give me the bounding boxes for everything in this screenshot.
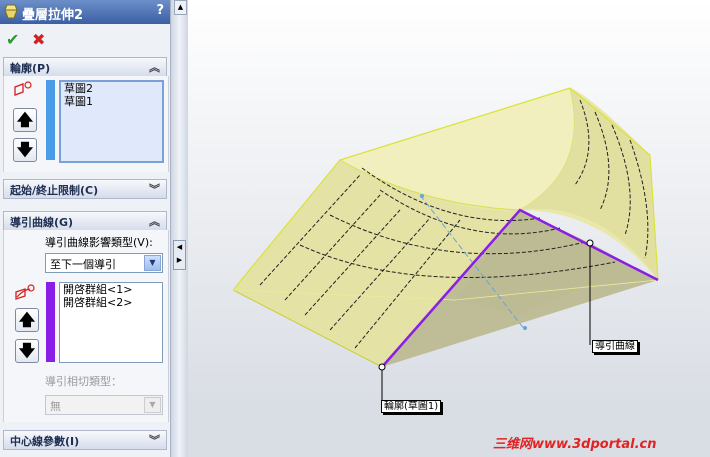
move-up-button[interactable]: 🡅 (15, 308, 39, 332)
collapse-icon[interactable]: ︽ (149, 59, 160, 75)
influence-type-label: 導引曲線影響類型(V): (45, 236, 153, 249)
profile-sketch-icon (14, 81, 32, 96)
arrow-up-icon: 🡅 (16, 110, 34, 129)
guide-section-label: 導引曲線(G) (10, 216, 74, 229)
tangency-type-value: 無 (50, 400, 61, 413)
move-down-button[interactable]: 🡇 (13, 138, 37, 162)
panel-splitter[interactable]: ▲ ◀ ▶ (171, 0, 188, 457)
loft-feature-icon (4, 4, 18, 19)
collapse-panel-grip[interactable]: ◀ ▶ (173, 240, 186, 270)
centerline-section-label: 中心線參數(I) (10, 435, 80, 448)
list-item[interactable]: 開啓群組<2> (60, 296, 162, 309)
expand-icon[interactable]: ︾ (149, 432, 160, 448)
loft-preview-model (232, 87, 659, 400)
chevron-down-icon[interactable]: ▼ (144, 397, 161, 413)
feature-title: 疊層拉伸2 (22, 8, 84, 23)
scroll-up-icon[interactable]: ▲ (174, 0, 187, 15)
guide-section-header[interactable]: 導引曲線(G) ︽ (3, 211, 167, 231)
arrow-up-icon: 🡅 (18, 310, 36, 329)
tangency-type-select[interactable]: 無 ▼ (45, 395, 163, 415)
start-end-section-label: 起始/終止限制(C) (10, 184, 99, 197)
arrow-down-icon: 🡇 (18, 341, 36, 360)
chevron-down-icon[interactable]: ▼ (144, 255, 161, 271)
influence-type-value: 至下一個導引 (50, 258, 116, 271)
profile-section-label: 輪廓(P) (10, 62, 51, 75)
help-icon[interactable]: ? (156, 3, 164, 18)
centerline-section-header[interactable]: 中心線參數(I) ︾ (3, 430, 167, 450)
cancel-button[interactable]: ✖ (32, 30, 45, 49)
list-item[interactable]: 草圖2 (61, 82, 162, 95)
property-manager: 疊層拉伸2 ? ✔ ✖ 輪廓(P) ︽ 草圖2 草圖1 🡅 🡇 起始/終止限制(… (0, 0, 171, 457)
callout-guide-curve[interactable]: 導引曲線 (592, 340, 638, 353)
profile-section-body: 草圖2 草圖1 🡅 🡇 (3, 76, 169, 172)
expand-icon[interactable]: ︾ (149, 181, 160, 197)
list-item[interactable]: 草圖1 (61, 95, 162, 108)
callout-profile[interactable]: 輪廓(草圖1) (381, 400, 442, 413)
influence-type-select[interactable]: 至下一個導引 ▼ (45, 253, 163, 273)
guide-curve-icon (15, 284, 35, 300)
guide-curve-list[interactable]: 開啓群組<1> 開啓群組<2> (59, 282, 163, 363)
profile-color-bar (46, 80, 55, 160)
move-down-button[interactable]: 🡇 (15, 339, 39, 363)
start-end-section-header[interactable]: 起始/終止限制(C) ︾ (3, 179, 167, 199)
guide-section-body: 導引曲線影響類型(V): 至下一個導引 ▼ 開啓群組<1> 開啓群組<2> 🡅 … (3, 230, 169, 422)
list-item[interactable]: 開啓群組<1> (60, 283, 162, 296)
profile-list[interactable]: 草圖2 草圖1 (59, 80, 164, 163)
guide-color-bar (46, 282, 55, 362)
profile-section-header[interactable]: 輪廓(P) ︽ (3, 57, 167, 77)
ok-button[interactable]: ✔ (6, 30, 19, 49)
move-up-button[interactable]: 🡅 (13, 108, 37, 132)
collapse-icon[interactable]: ︽ (149, 213, 160, 229)
graphics-viewport[interactable]: 導引曲線 輪廓(草圖1) (188, 0, 710, 457)
arrow-down-icon: 🡇 (16, 140, 34, 159)
watermark: 三维网www.3dportal.cn (493, 437, 657, 452)
tangency-type-label: 導引相切類型： (45, 375, 122, 388)
title-bar: 疊層拉伸2 ? (0, 0, 170, 24)
